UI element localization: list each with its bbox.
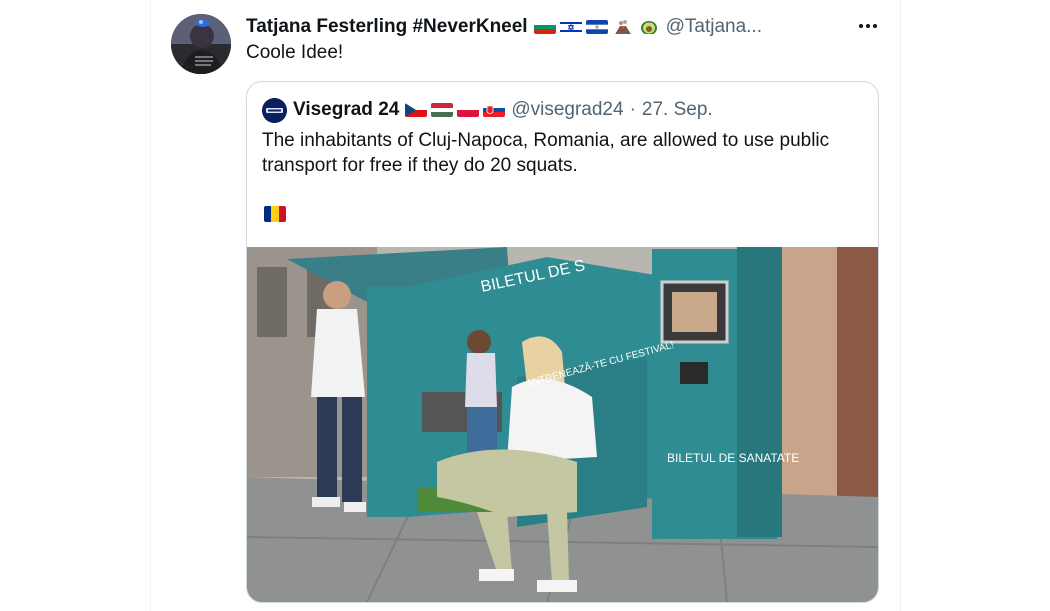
quoted-tweet[interactable]: Visegrad 24 @visegrad24 · 27. Sep. The i…: [246, 81, 879, 603]
quoted-tweet-text: The inhabitants of Cluj-Napoca, Romania,…: [262, 130, 830, 176]
hungary-flag-icon: [431, 103, 454, 117]
quoted-author-name[interactable]: Visegrad 24: [293, 99, 399, 121]
tweet-header: Tatjana Festerling #NeverKneel @Tatjana.…: [246, 14, 762, 40]
quoted-author-handle[interactable]: @visegrad24: [511, 99, 623, 121]
quoted-avatar[interactable]: [262, 97, 287, 123]
czech-flag-icon: [405, 103, 428, 117]
kiosk-sign-text: BILETUL DE SANATATE: [667, 451, 799, 465]
more-dot: [873, 24, 877, 28]
bulgaria-flag-icon: [533, 20, 556, 34]
avocado-icon: [638, 20, 660, 34]
more-options-icon[interactable]: [856, 16, 880, 36]
more-dot: [859, 24, 863, 28]
flag-stripe: [271, 206, 279, 222]
author-flags: [533, 20, 660, 34]
flag-stripe: [278, 206, 286, 222]
more-dot: [866, 24, 870, 28]
volcano-icon: [612, 20, 634, 34]
israel-flag-icon: [559, 20, 582, 34]
quoted-tweet-header: Visegrad 24 @visegrad24 · 27. Sep.: [262, 97, 713, 123]
avatar[interactable]: [171, 14, 231, 74]
tweet-text: Coole Idee!: [246, 42, 344, 63]
slovakia-flag-icon: [483, 103, 506, 117]
quoted-author-flags: [405, 103, 506, 117]
poland-flag-icon: [457, 103, 480, 117]
romania-flag-icon: [264, 206, 286, 222]
author-handle[interactable]: @Tatjana...: [666, 16, 762, 38]
quoted-date[interactable]: 27. Sep.: [642, 99, 713, 121]
separator-dot: ·: [629, 99, 636, 120]
quoted-tweet-image[interactable]: BILETUL DE SANATATE BILETUL DE S ANTRENE…: [247, 247, 878, 602]
flag-stripe: [264, 206, 272, 222]
el-salvador-flag-icon: [585, 20, 608, 34]
author-name[interactable]: Tatjana Festerling #NeverKneel: [246, 16, 528, 38]
